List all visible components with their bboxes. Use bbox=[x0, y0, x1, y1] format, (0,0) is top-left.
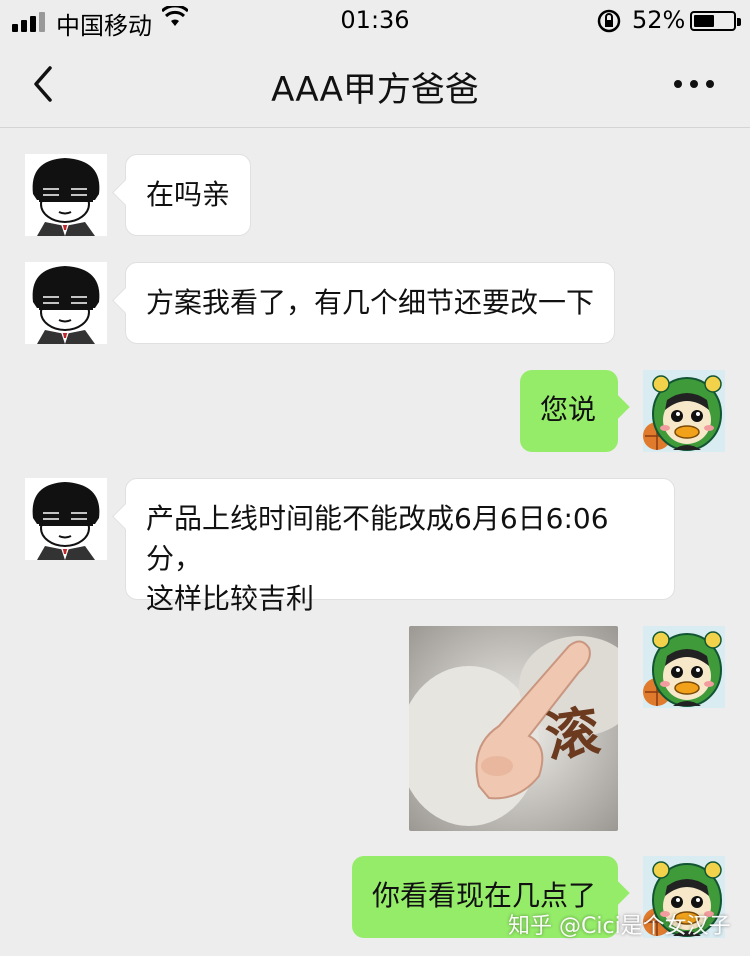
chat-title: AAA甲方爸爸 bbox=[271, 70, 479, 110]
message-bubble-self[interactable]: 您说 bbox=[520, 370, 618, 452]
avatar[interactable] bbox=[25, 262, 107, 344]
message-text-line: 这样比较吉利 bbox=[146, 582, 315, 615]
chat-header: AAA甲方爸爸 bbox=[0, 40, 750, 128]
message-bubble[interactable]: 方案我看了，有几个细节还要改一下 bbox=[125, 262, 615, 344]
avatar-self[interactable] bbox=[643, 370, 725, 452]
battery-percent: 52% bbox=[632, 6, 686, 34]
more-dots-icon[interactable] bbox=[672, 66, 716, 102]
battery-icon bbox=[690, 11, 741, 31]
avatar[interactable] bbox=[25, 154, 107, 236]
sticker-caption: 滚 bbox=[541, 698, 604, 770]
status-bar: 中国移动 01:36 52% bbox=[0, 0, 750, 40]
rotation-lock-icon bbox=[596, 8, 622, 40]
message-text: 在吗亲 bbox=[146, 178, 231, 211]
avatar[interactable] bbox=[25, 478, 107, 560]
message-text: 方案我看了，有几个细节还要改一下 bbox=[146, 286, 595, 319]
message-text-line: 产品上线时间能不能改成6月6日6:06分， bbox=[146, 502, 609, 575]
message-bubble[interactable]: 在吗亲 bbox=[125, 154, 251, 236]
watermark: 知乎 @Cici是个女汉子 bbox=[508, 914, 731, 939]
message-text: 您说 bbox=[540, 393, 597, 426]
avatar-self[interactable] bbox=[643, 626, 725, 708]
message-bubble[interactable]: 产品上线时间能不能改成6月6日6:06分， 这样比较吉利 bbox=[125, 478, 675, 615]
